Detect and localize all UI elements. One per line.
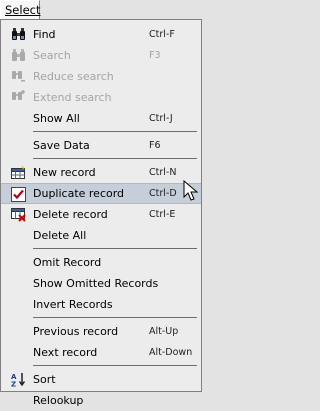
menu-item-label: Omit Record	[33, 256, 102, 269]
menu-item-label: Next record	[33, 346, 98, 359]
menu-item-label: New record	[33, 166, 96, 179]
menu-item-label: Delete record	[33, 208, 108, 221]
menu-item-new-record[interactable]: New record Ctrl-N	[1, 162, 201, 183]
menu-item-duplicate-record[interactable]: Duplicate record Ctrl-D	[1, 183, 201, 204]
menu-item-invert-records[interactable]: Invert Records	[1, 294, 201, 315]
menu-item-label: Find	[33, 28, 56, 41]
menu-item-save-data[interactable]: Save Data F6	[1, 135, 201, 156]
menu-item-find[interactable]: Find Ctrl-F	[1, 24, 201, 45]
menu-item-omit-record[interactable]: Omit Record	[1, 252, 201, 273]
menu-item-label: Reduce search	[33, 70, 114, 83]
menu-item-label: Invert Records	[33, 298, 113, 311]
menu-item-sort[interactable]: A Z Sort	[1, 369, 201, 390]
menu-item-shortcut: Alt-Down	[149, 347, 193, 358]
menu-item-shortcut: Ctrl-F	[149, 29, 175, 40]
mouse-pointer-icon	[183, 180, 199, 201]
menu-item-label: Extend search	[33, 91, 112, 104]
binoculars-plus-icon	[12, 90, 25, 100]
menu-separator	[33, 158, 197, 159]
menu-item-label: Show Omitted Records	[33, 277, 159, 290]
menu-item-show-all[interactable]: Show All Ctrl-J	[1, 108, 201, 129]
select-menu-title[interactable]: Select	[0, 0, 40, 19]
select-menu-label: Select	[5, 3, 41, 17]
menu-item-label: Duplicate record	[33, 187, 125, 200]
menu-item-extend-search[interactable]: Extend search	[1, 87, 201, 108]
select-dropdown-menu: Find Ctrl-F Search F3 Reduce search Exte…	[0, 19, 202, 407]
duplicate-check-icon	[11, 187, 26, 202]
menu-item-previous-record[interactable]: Previous record Alt-Up	[1, 321, 201, 342]
menu-separator	[33, 365, 197, 366]
menu-item-shortcut: F3	[149, 50, 161, 61]
menu-item-shortcut: Ctrl-E	[149, 209, 176, 220]
menu-item-delete-record[interactable]: Delete record Ctrl-E	[1, 204, 201, 225]
menu-item-shortcut: Ctrl-N	[149, 167, 177, 178]
menu-item-show-omitted-records[interactable]: Show Omitted Records	[1, 273, 201, 294]
menu-item-search[interactable]: Search F3	[1, 45, 201, 66]
menu-separator	[33, 131, 197, 132]
menu-item-label: Save Data	[33, 139, 90, 152]
menu-item-label: Show All	[33, 112, 80, 125]
sort-az-icon: A Z	[11, 373, 26, 388]
binoculars-icon	[12, 49, 25, 61]
delete-record-icon	[11, 208, 26, 222]
menu-item-shortcut: Ctrl-J	[149, 113, 173, 124]
menu-item-label: Previous record	[33, 325, 119, 338]
binoculars-icon	[12, 28, 25, 40]
menu-item-shortcut: Alt-Up	[149, 326, 179, 337]
binoculars-minus-icon	[12, 71, 25, 82]
menu-separator	[33, 248, 197, 249]
menu-item-label: Relookup	[33, 394, 84, 407]
menu-item-relookup[interactable]: Relookup	[1, 390, 201, 411]
menu-item-label: Sort	[33, 373, 56, 386]
menu-item-label: Delete All	[33, 229, 87, 242]
menu-item-reduce-search[interactable]: Reduce search	[1, 66, 201, 87]
menu-item-delete-all[interactable]: Delete All	[1, 225, 201, 246]
menu-item-next-record[interactable]: Next record Alt-Down	[1, 342, 201, 363]
menu-item-label: Search	[33, 49, 71, 62]
svg-text:Z: Z	[11, 381, 16, 388]
menu-separator	[33, 317, 197, 318]
new-record-icon	[11, 165, 25, 179]
menu-item-shortcut: F6	[149, 140, 161, 151]
